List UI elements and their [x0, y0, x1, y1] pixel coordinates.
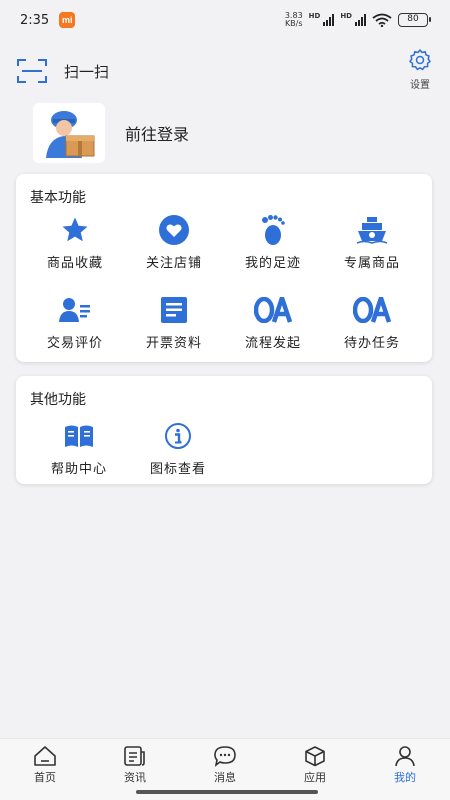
- menu-item-help-center[interactable]: 帮助中心: [30, 420, 128, 477]
- hd-badge-2: HD: [340, 12, 352, 20]
- user-card-icon: [59, 298, 90, 322]
- battery-icon: 80: [398, 13, 431, 27]
- star-icon: [62, 217, 88, 242]
- status-bar: 2:35 mi 3.83 KB/s HD HD 80: [0, 0, 450, 40]
- avatar[interactable]: [33, 103, 105, 163]
- tab-profile[interactable]: 我的: [360, 739, 450, 800]
- heart-icon: [159, 215, 189, 245]
- section-title-basic: 基本功能: [30, 190, 86, 206]
- gear-icon: [409, 49, 431, 71]
- settings-button[interactable]: 设置: [408, 48, 432, 91]
- book-icon: [65, 425, 93, 447]
- menu-item-icon-viewer[interactable]: 图标查看: [129, 420, 227, 477]
- message-icon: [214, 746, 236, 767]
- section-title-other: 其他功能: [30, 392, 86, 408]
- oa-icon: [254, 297, 292, 323]
- receipt-icon: [161, 297, 187, 323]
- ship-icon: [356, 217, 388, 244]
- other-functions-card: 其他功能 帮助中心 图标查看: [16, 376, 432, 484]
- settings-label: 设置: [410, 80, 430, 91]
- menu-item-followed-shops[interactable]: 关注店铺: [125, 214, 223, 271]
- menu-item-footprints[interactable]: 我的足迹: [224, 214, 322, 271]
- mi-logo-icon: mi: [59, 12, 76, 28]
- info-icon: [165, 423, 191, 449]
- net-speed: 3.83 KB/s: [284, 11, 303, 28]
- menu-item-start-process[interactable]: 流程发起: [224, 294, 322, 351]
- footprint-icon: [262, 215, 285, 245]
- scan-label[interactable]: 扫一扫: [64, 61, 109, 82]
- home-icon: [34, 746, 56, 766]
- delivery-person-icon: [46, 111, 95, 158]
- menu-item-favorites[interactable]: 商品收藏: [26, 214, 124, 271]
- wifi-icon: [372, 13, 392, 27]
- profile-icon: [395, 746, 415, 767]
- tab-home[interactable]: 首页: [0, 739, 90, 800]
- top-bar: 扫一扫 设置: [0, 44, 450, 96]
- login-link[interactable]: 前往登录: [125, 121, 189, 145]
- oa-icon: [353, 297, 391, 323]
- basic-functions-card: 基本功能 商品收藏 关注店铺 我的足迹 专属商品 交易评价 开票资料 流程发起 …: [16, 174, 432, 362]
- login-row[interactable]: 前往登录: [33, 102, 189, 164]
- status-time: 2:35: [20, 12, 50, 28]
- menu-item-invoice-info[interactable]: 开票资料: [125, 294, 223, 351]
- cube-icon: [305, 746, 325, 767]
- hd-badge: HD: [308, 12, 321, 20]
- scan-icon[interactable]: [17, 58, 47, 84]
- home-indicator: [136, 790, 318, 794]
- signal-icon-2: [355, 14, 366, 26]
- menu-item-exclusive-products[interactable]: 专属商品: [323, 214, 421, 271]
- menu-item-trade-reviews[interactable]: 交易评价: [26, 294, 124, 351]
- news-icon: [124, 746, 145, 766]
- menu-item-todo-tasks[interactable]: 待办任务: [323, 294, 421, 351]
- signal-icon: [323, 14, 335, 26]
